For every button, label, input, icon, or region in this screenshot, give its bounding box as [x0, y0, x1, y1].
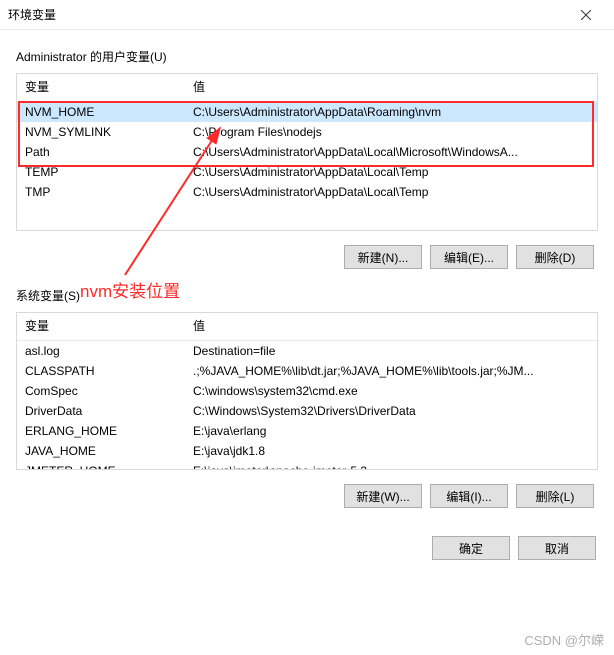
cell-name: JAVA_HOME	[17, 441, 185, 461]
cell-value: C:\Program Files\nodejs	[185, 122, 597, 142]
table-row[interactable]: asl.log Destination=file	[17, 341, 597, 362]
user-edit-button[interactable]: 编辑(E)...	[430, 245, 508, 269]
close-button[interactable]	[566, 0, 606, 30]
user-vars-table: 变量 值 NVM_HOME C:\Users\Administrator\App…	[17, 74, 597, 202]
table-row[interactable]: ERLANG_HOME E:\java\erlang	[17, 421, 597, 441]
dialog-footer: 确定 取消	[0, 524, 614, 574]
cell-name: JMETER_HOME	[17, 461, 185, 469]
table-row[interactable]: TMP C:\Users\Administrator\AppData\Local…	[17, 182, 597, 202]
cell-value: C:\windows\system32\cmd.exe	[185, 381, 597, 401]
cell-name: NVM_SYMLINK	[17, 122, 185, 142]
cell-value: C:\Users\Administrator\AppData\Local\Mic…	[185, 142, 597, 162]
user-vars-box: 变量 值 NVM_HOME C:\Users\Administrator\App…	[16, 73, 598, 231]
cell-value: C:\Windows\System32\Drivers\DriverData	[185, 401, 597, 421]
user-col-value[interactable]: 值	[185, 74, 597, 102]
watermark: CSDN @尔嵘	[524, 630, 604, 649]
cell-name: NVM_HOME	[17, 102, 185, 123]
table-row[interactable]: DriverData C:\Windows\System32\Drivers\D…	[17, 401, 597, 421]
table-row[interactable]: JAVA_HOME E:\java\jdk1.8	[17, 441, 597, 461]
user-delete-button[interactable]: 删除(D)	[516, 245, 594, 269]
cell-name: asl.log	[17, 341, 185, 362]
sys-delete-button[interactable]: 删除(L)	[516, 484, 594, 508]
table-row[interactable]: JMETER_HOME E:\java\jmeter\apache-jmeter…	[17, 461, 597, 469]
window-title: 环境变量	[8, 6, 566, 23]
ok-button[interactable]: 确定	[432, 536, 510, 560]
user-vars-buttons: 新建(N)... 编辑(E)... 删除(D)	[16, 231, 598, 275]
titlebar: 环境变量	[0, 0, 614, 30]
cell-value: C:\Users\Administrator\AppData\Local\Tem…	[185, 162, 597, 182]
cell-value: E:\java\jmeter\apache-jmeter-5.3	[185, 461, 597, 469]
user-new-button[interactable]: 新建(N)...	[344, 245, 422, 269]
cell-value: C:\Users\Administrator\AppData\Local\Tem…	[185, 182, 597, 202]
table-row[interactable]: NVM_HOME C:\Users\Administrator\AppData\…	[17, 102, 597, 123]
sys-col-value[interactable]: 值	[185, 313, 597, 341]
sys-vars-box: 变量 值 asl.log Destination=file CLASSPATH …	[16, 312, 598, 470]
table-row[interactable]: ComSpec C:\windows\system32\cmd.exe	[17, 381, 597, 401]
cell-name: DriverData	[17, 401, 185, 421]
sys-vars-buttons: 新建(W)... 编辑(I)... 删除(L)	[16, 470, 598, 514]
dialog-body: Administrator 的用户变量(U) 变量 值 NVM_HOME C:\…	[0, 30, 614, 524]
sys-edit-button[interactable]: 编辑(I)...	[430, 484, 508, 508]
cell-name: ERLANG_HOME	[17, 421, 185, 441]
cell-name: Path	[17, 142, 185, 162]
table-row[interactable]: NVM_SYMLINK C:\Program Files\nodejs	[17, 122, 597, 142]
sys-new-button[interactable]: 新建(W)...	[344, 484, 422, 508]
sys-vars-table: 变量 值 asl.log Destination=file CLASSPATH …	[17, 313, 597, 469]
sys-vars-table-container[interactable]: 变量 值 asl.log Destination=file CLASSPATH …	[17, 313, 597, 469]
close-icon	[581, 10, 591, 20]
cell-name: ComSpec	[17, 381, 185, 401]
cell-value: C:\Users\Administrator\AppData\Roaming\n…	[185, 102, 597, 123]
sys-col-name[interactable]: 变量	[17, 313, 185, 341]
cell-name: TEMP	[17, 162, 185, 182]
cell-value: .;%JAVA_HOME%\lib\dt.jar;%JAVA_HOME%\lib…	[185, 361, 597, 381]
cell-name: CLASSPATH	[17, 361, 185, 381]
cell-name: TMP	[17, 182, 185, 202]
sys-vars-label: 系统变量(S)	[16, 287, 598, 304]
cell-value: E:\java\jdk1.8	[185, 441, 597, 461]
user-vars-table-container[interactable]: 变量 值 NVM_HOME C:\Users\Administrator\App…	[17, 74, 597, 230]
cancel-button[interactable]: 取消	[518, 536, 596, 560]
user-vars-label: Administrator 的用户变量(U)	[16, 48, 598, 65]
table-row[interactable]: TEMP C:\Users\Administrator\AppData\Loca…	[17, 162, 597, 182]
table-row[interactable]: Path C:\Users\Administrator\AppData\Loca…	[17, 142, 597, 162]
table-row[interactable]: CLASSPATH .;%JAVA_HOME%\lib\dt.jar;%JAVA…	[17, 361, 597, 381]
cell-value: Destination=file	[185, 341, 597, 362]
cell-value: E:\java\erlang	[185, 421, 597, 441]
user-col-name[interactable]: 变量	[17, 74, 185, 102]
